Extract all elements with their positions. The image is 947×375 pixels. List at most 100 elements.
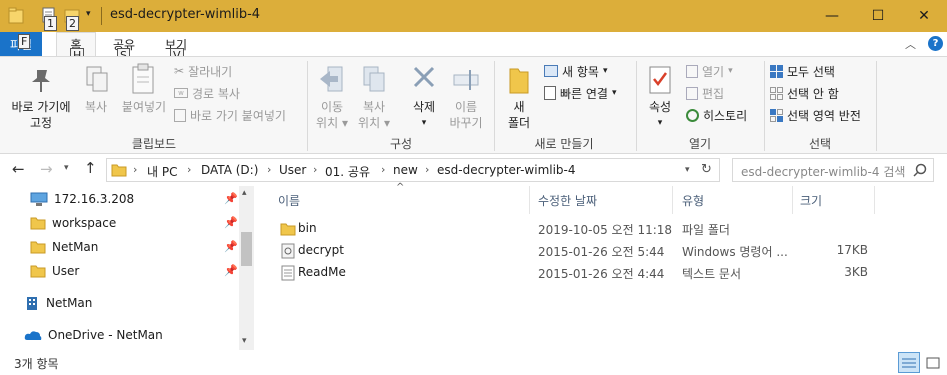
paste-icon [132,63,154,94]
open-button[interactable]: 열기 ▾ [686,61,747,81]
ribbon-collapse-icon[interactable]: ︿ [905,36,916,52]
column-header-date[interactable]: 수정한 날짜 [538,192,597,209]
address-dropdown-icon[interactable]: ▾ [685,165,690,175]
nav-item-netman-org[interactable]: NetMan [24,292,92,314]
details-view-icon [902,358,916,367]
title-separator [101,7,102,25]
pin-icon[interactable]: 📌 [224,264,238,277]
column-separator[interactable] [874,186,875,214]
help-icon[interactable]: ? [928,36,943,51]
pin-icon[interactable]: 📌 [224,240,238,253]
delete-dropdown-icon[interactable]: ▾ [404,115,444,132]
open-icon [686,64,698,78]
item-count: 3개 항목 [14,357,59,371]
open-dropdown-icon: ▾ [728,66,733,76]
copy-path-button[interactable]: w 경로 복사 [174,83,286,103]
close-button[interactable]: ✕ [901,0,947,32]
scrollbar-thumb[interactable] [241,232,252,266]
properties-dropdown-icon[interactable]: ▾ [640,115,680,132]
column-header-name[interactable]: 이름 [278,192,300,209]
column-separator[interactable] [529,186,530,214]
minimize-button[interactable]: — [809,0,855,32]
move-to-button[interactable]: 이동 위치 ▾ [312,63,352,131]
breadcrumb-new[interactable]: new [393,163,418,177]
breadcrumb-this-pc[interactable]: 내 PC [147,163,177,180]
breadcrumb-chevron-icon[interactable]: › [425,163,429,176]
breadcrumb-share[interactable]: 01. 공유 [325,163,370,180]
breadcrumb-current-folder[interactable]: esd-decrypter-wimlib-4 [437,163,576,177]
breadcrumb-chevron-icon[interactable]: › [381,163,385,176]
new-folder-label-1: 새 [513,100,525,114]
column-separator[interactable] [672,186,673,214]
nav-item-user[interactable]: User [30,260,79,282]
rename-label-1: 이름 [454,100,478,114]
table-row[interactable]: bin 2019-10-05 오전 11:18 파일 폴더 [280,218,880,240]
pin-icon[interactable]: 📌 [224,216,238,229]
edit-button[interactable]: 편집 [686,83,747,103]
scroll-up-icon[interactable]: ▴ [242,188,247,198]
select-none-button[interactable]: 선택 안 함 [770,83,861,103]
scroll-down-icon[interactable]: ▾ [242,336,247,346]
move-to-icon [320,66,343,92]
search-icon[interactable] [913,163,927,177]
clipboard-group-label: 클립보드 [131,137,177,151]
nav-item-netman-folder[interactable]: NetMan [30,236,98,258]
column-header-type[interactable]: 유형 [682,192,704,209]
large-icons-view-button[interactable] [922,352,944,373]
breadcrumb-chevron-icon[interactable]: › [267,163,271,176]
qat-dropdown-icon[interactable]: ▾ [86,9,91,19]
new-item-button[interactable]: 새 항목 ▾ [544,61,617,81]
breadcrumb-chevron-icon[interactable]: › [187,163,191,176]
column-header-size[interactable]: 크기 [800,192,822,209]
file-type: 텍스트 문서 [682,267,742,281]
file-name: decrypt [298,243,344,257]
breadcrumb-chevron-icon[interactable]: › [133,163,137,176]
ribbon-separator [307,61,308,151]
breadcrumb-user[interactable]: User [279,163,306,177]
paste-shortcut-button[interactable]: 바로 가기 붙여넣기 [174,105,286,125]
easy-access-button[interactable]: 빠른 연결 ▾ [544,83,617,103]
invert-selection-button[interactable]: 선택 영역 반전 [770,105,861,125]
up-arrow-icon[interactable]: ↑ [84,159,97,177]
cut-button[interactable]: ✂ 잘라내기 [174,61,286,81]
onedrive-icon [24,331,42,340]
nav-pane-scrollbar[interactable]: ▴ ▾ [239,186,254,350]
refresh-icon[interactable]: ↻ [701,162,712,177]
search-box[interactable]: esd-decrypter-wimlib-4 검색 [732,158,934,182]
maximize-button[interactable]: ☐ [855,0,901,32]
nav-item-onedrive[interactable]: OneDrive - NetMan [24,324,163,346]
column-separator[interactable] [792,186,793,214]
edit-icon [686,86,698,100]
rename-button[interactable]: 이름 바꾸기 [446,63,486,131]
nav-item-workspace[interactable]: workspace [30,212,116,234]
back-arrow-icon[interactable]: ← [12,160,25,178]
pin-to-quick-access-button[interactable]: 바로 가기에 고정 [4,63,78,131]
search-placeholder: esd-decrypter-wimlib-4 검색 [741,165,906,179]
history-button[interactable]: 히스토리 [686,105,747,125]
table-row[interactable]: decrypt 2015-01-26 오전 5:44 Windows 명령어 .… [280,240,880,262]
paste-button[interactable]: 붙여넣기 [118,63,170,131]
keytip-file: F [18,34,31,49]
delete-button[interactable]: 삭제 ▾ [404,63,444,131]
folder-icon [280,223,296,236]
breadcrumb-data-drive[interactable]: DATA (D:) [201,163,258,177]
breadcrumb-chevron-icon[interactable]: › [313,163,317,176]
keytip-2: 2 [66,16,79,31]
delete-x-icon [413,66,435,88]
details-view-button[interactable] [898,352,920,373]
copy-to-button[interactable]: 복사 위치 ▾ [354,63,394,131]
properties-button[interactable]: 속성 ▾ [640,63,680,131]
address-bar[interactable]: › 내 PC › DATA (D:) › User › 01. 공유 › new… [106,158,720,182]
copy-button[interactable]: 복사 [80,63,112,131]
select-all-button[interactable]: 모두 선택 [770,61,861,81]
table-row[interactable]: ReadMe 2015-01-26 오전 4:44 텍스트 문서 3KB [280,262,880,284]
file-name: bin [298,221,317,235]
forward-arrow-icon[interactable]: → [40,160,53,178]
open-group-label: 열기 [688,137,712,151]
batch-file-icon [281,243,295,259]
pin-label-line2: 고정 [29,116,53,130]
recent-locations-icon[interactable]: ▾ [64,163,69,173]
pin-icon[interactable]: 📌 [224,192,238,205]
new-folder-button[interactable]: 새 폴더 [500,63,538,131]
nav-item-network-share[interactable]: 172.16.3.208 [30,188,134,210]
